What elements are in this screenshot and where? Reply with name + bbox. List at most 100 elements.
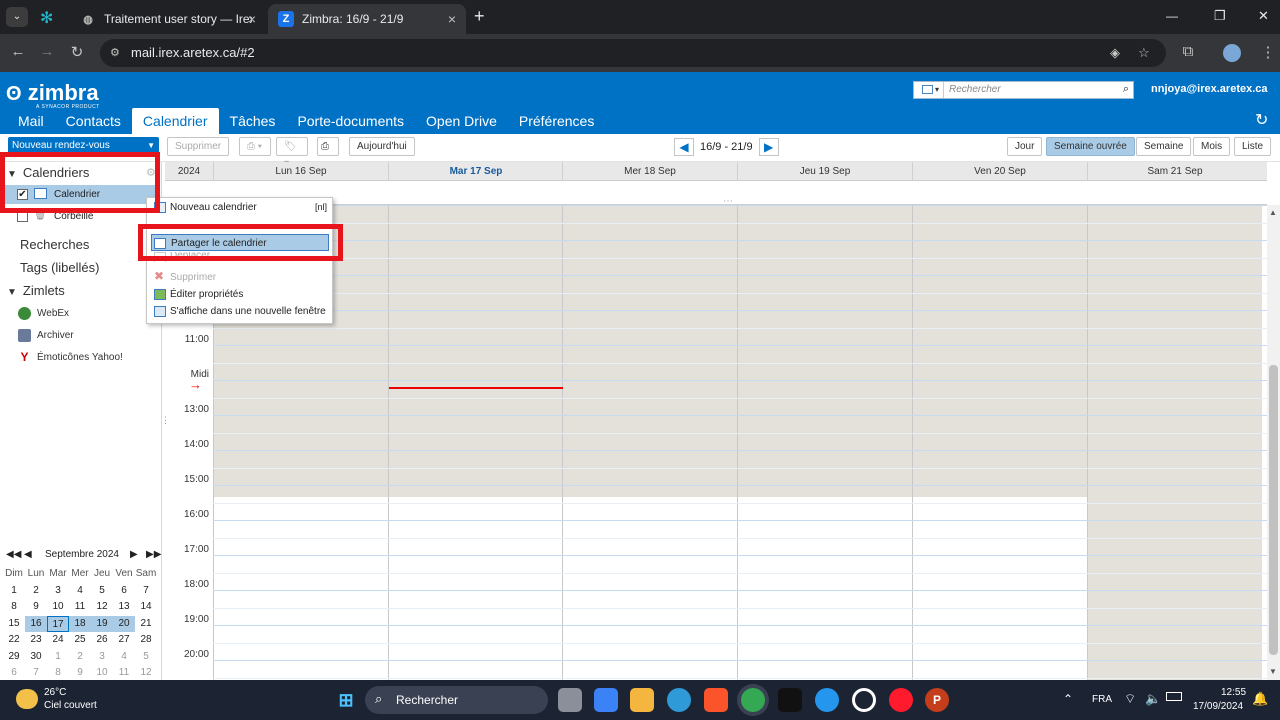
print-button[interactable]: ⎙ [317,137,339,156]
maximize-button[interactable]: ❐ [1214,8,1226,24]
edge-icon[interactable] [667,688,691,712]
day-column[interactable] [1087,205,1262,680]
day-header[interactable]: Ven 20 Sep [912,162,1087,181]
mini-calendar-day[interactable]: 3 [47,583,69,600]
day-column[interactable] [912,205,1087,680]
mini-calendar-day[interactable]: 20 [113,615,135,632]
menu-item-edit-properties[interactable]: Éditer propriétés [147,286,333,303]
battery-icon[interactable] [1166,692,1182,701]
day-header[interactable]: Jeu 19 Sep [737,162,912,181]
powerpoint-icon[interactable]: P [925,688,949,712]
tag-menu-button[interactable]: 🏷 ▾ [276,137,308,169]
mini-calendar-day[interactable]: 7 [135,583,157,600]
day-header[interactable]: Mer 18 Sep [562,162,737,181]
profile-avatar[interactable] [1223,44,1241,62]
mini-calendar-day[interactable]: 19 [91,615,113,632]
day-column[interactable] [562,205,737,680]
scroll-down-arrow-icon[interactable]: ▼ [1269,667,1277,676]
mini-calendar-day[interactable]: 4 [69,583,91,600]
mini-calendar-day[interactable]: 23 [25,632,47,649]
view-month-button[interactable]: Mois [1193,137,1231,156]
search-icon[interactable]: ⌕ [1123,83,1129,96]
print-menu-button[interactable]: ⎙ ▾ [239,137,271,156]
site-info-icon[interactable]: ⚙ [110,39,120,67]
app-tab-contacts[interactable]: Contacts [55,108,132,134]
app-tab-tasks[interactable]: Tâches [219,108,287,134]
file-explorer-icon[interactable] [630,688,654,712]
windows-start-icon[interactable]: ⊞ [334,688,358,712]
browser-tab-1[interactable]: ◍ Traitement user story — Irex-Do × [70,4,266,34]
chrome-icon[interactable] [741,688,765,712]
app-tab-open-drive[interactable]: Open Drive [415,108,508,134]
mini-calendar-day[interactable]: 15 [3,616,25,633]
mini-calendar-day[interactable]: 21 [135,616,157,633]
menu-item-open-new-window[interactable]: S'affiche dans une nouvelle fenêtre [147,303,333,320]
brave-icon[interactable] [704,688,728,712]
weather-icon[interactable] [16,689,38,709]
mini-calendar-day[interactable]: 27 [113,632,135,649]
view-day-button[interactable]: Jour [1007,137,1043,156]
mini-calendar-day[interactable]: 2 [69,649,91,666]
chrome-menu-icon[interactable]: ⋮ [1258,43,1278,61]
search-box[interactable]: ▾ Rechercher ⌕ [913,81,1134,99]
prev-year-icon[interactable]: ◀◀ [6,549,21,560]
search-type-select[interactable]: ▾ [914,82,944,98]
delete-button[interactable]: Supprimer [167,137,230,156]
next-month-icon[interactable]: ▶ [130,549,138,560]
window-close-button[interactable]: ✕ [1258,8,1269,24]
user-email[interactable]: nnjoya@irex.aretex.ca [1151,83,1268,95]
prev-month-icon[interactable]: ◀ [24,549,32,560]
mini-calendar-day[interactable]: 11 [69,599,91,616]
mini-calendar-day[interactable]: 26 [91,632,113,649]
browser-tab-2[interactable]: Z Zimbra: 16/9 - 21/9 × [268,4,466,34]
store-icon[interactable] [594,688,618,712]
today-button[interactable]: Aujourd'hui [349,137,415,156]
mini-calendar-month[interactable]: Septembre 2024 [45,549,119,560]
mini-calendar-day[interactable]: 3 [91,649,113,666]
extensions-icon[interactable]: ⧉ [1178,43,1198,60]
clock-date[interactable]: 17/09/2024 [1193,701,1243,712]
menu-item-new-calendar[interactable]: Nouveau calendrier [nl] [147,199,333,216]
mini-calendar-day[interactable]: 17 [47,615,69,632]
refresh-icon[interactable]: ↻ [1255,110,1268,130]
mini-calendar-day[interactable]: 18 [69,615,91,632]
minimize-button[interactable]: — [1166,9,1178,23]
zimlet-archiver[interactable]: Archiver [18,329,74,342]
mini-calendar-day[interactable]: 5 [91,583,113,600]
mini-calendar-day[interactable]: 8 [3,599,25,616]
mini-calendar-day[interactable]: 2 [25,583,47,600]
day-header[interactable]: Lun 16 Sep [213,162,388,181]
mini-calendar-day[interactable]: 1 [3,583,25,600]
language-indicator[interactable]: FRA [1092,694,1112,705]
mini-calendar-day[interactable]: 25 [69,632,91,649]
collapse-triangle-icon[interactable]: ▼ [7,287,17,298]
search-input[interactable]: Rechercher [949,84,1001,95]
next-week-arrow-icon[interactable]: ▶ [758,137,779,156]
new-tab-button[interactable]: + [474,6,485,27]
tray-chevron-icon[interactable]: ⌃ [1063,692,1073,706]
mini-calendar-day[interactable]: 12 [91,599,113,616]
app-tab-calendar[interactable]: Calendrier [131,108,219,134]
menu-item-delete[interactable]: ✖ Supprimer [147,269,333,286]
translate-icon[interactable]: ◈ [1110,39,1120,67]
task-view-icon[interactable] [558,688,582,712]
zimlet-webex[interactable]: WebEx [18,307,69,320]
volume-icon[interactable]: 🔈 [1145,691,1161,707]
taskbar-search[interactable]: ⌕ Rechercher [365,686,548,714]
app-tab-preferences[interactable]: Préférences [508,108,605,134]
zimlet-yahoo-emoticons[interactable]: Y Émoticônes Yahoo! [18,351,122,364]
mini-calendar-day[interactable]: 22 [3,632,25,649]
back-icon[interactable]: ← [8,43,28,60]
mini-calendar-day[interactable]: 5 [135,649,157,666]
vertical-scrollbar[interactable]: ▲ ▼ [1267,205,1280,680]
mini-calendar-day[interactable]: 9 [25,599,47,616]
prev-week-arrow-icon[interactable]: ◀ [674,137,694,156]
day-column[interactable] [388,205,563,680]
url-field[interactable]: ⚙ mail.irex.aretex.ca/#2 ◈ ☆ [100,39,1166,67]
app-tab-briefcase[interactable]: Porte-documents [286,108,415,134]
app-icon[interactable] [778,688,802,712]
mini-calendar-day[interactable]: 4 [113,649,135,666]
view-week-button[interactable]: Semaine [1136,137,1192,156]
opera-icon[interactable] [889,688,913,712]
mini-calendar-day[interactable]: 1 [47,649,69,666]
